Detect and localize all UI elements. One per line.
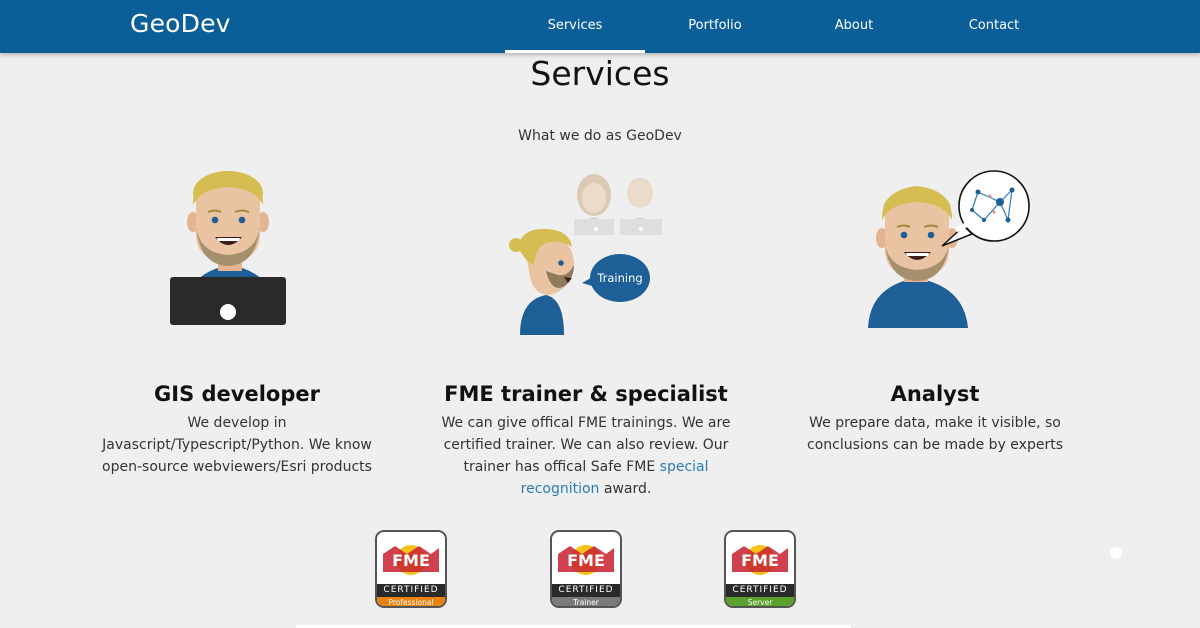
nav-item-about[interactable]: About (784, 0, 924, 53)
service-title-fme-trainer: FME trainer & specialist (444, 382, 728, 406)
page-subtitle: What we do as GeoDev (518, 128, 682, 144)
service-title-gis-developer: GIS developer (154, 382, 320, 406)
top-navbar: GeoDev Services Portfolio About Contact (0, 0, 1200, 53)
service-description-fme-trainer: We can give offical FME trainings. We ar… (436, 412, 736, 500)
badge-logo-text: FME (567, 551, 605, 570)
badge-certified-label: CERTIFIED (552, 584, 620, 597)
badge-certified-label: CERTIFIED (726, 584, 794, 597)
fme-logo-icon: FME (732, 545, 788, 575)
nav-item-contact[interactable]: Contact (924, 0, 1064, 53)
service-title-analyst: Analyst (890, 382, 980, 406)
nav-item-services[interactable]: Services (505, 0, 645, 53)
badge-logo-text: FME (741, 551, 779, 570)
badge-certified-label: CERTIFIED (377, 584, 445, 597)
fme-description-suffix: award. (599, 481, 652, 497)
badge-level-label: Trainer (552, 597, 620, 606)
nav-item-portfolio[interactable]: Portfolio (645, 0, 785, 53)
badge-logo-text: FME (392, 551, 430, 570)
training-bubble-label: Training (596, 271, 642, 285)
analyst-illustration (868, 170, 1030, 328)
fme-logo-icon: FME (383, 545, 439, 575)
page-title: Services (530, 54, 670, 93)
service-description-analyst: We prepare data, make it visible, so con… (807, 415, 1063, 453)
badge-level-label: Server (726, 597, 794, 606)
carousel-dot[interactable] (1110, 547, 1122, 559)
fme-certified-server-badge: FME CERTIFIED Server (724, 530, 796, 608)
gis-developer-illustration (170, 171, 286, 325)
fme-trainer-illustration: Training (509, 174, 662, 335)
service-description-gis-developer: We develop in Javascript/Typescript/Pyth… (102, 415, 372, 475)
fme-logo-icon: FME (558, 545, 614, 575)
badge-level-label: Professional (377, 597, 445, 606)
fme-certified-trainer-badge: FME CERTIFIED Trainer (550, 530, 622, 608)
fme-certified-professional-badge: FME CERTIFIED Professional (375, 530, 447, 608)
brand-logo-link[interactable]: GeoDev (130, 9, 231, 38)
